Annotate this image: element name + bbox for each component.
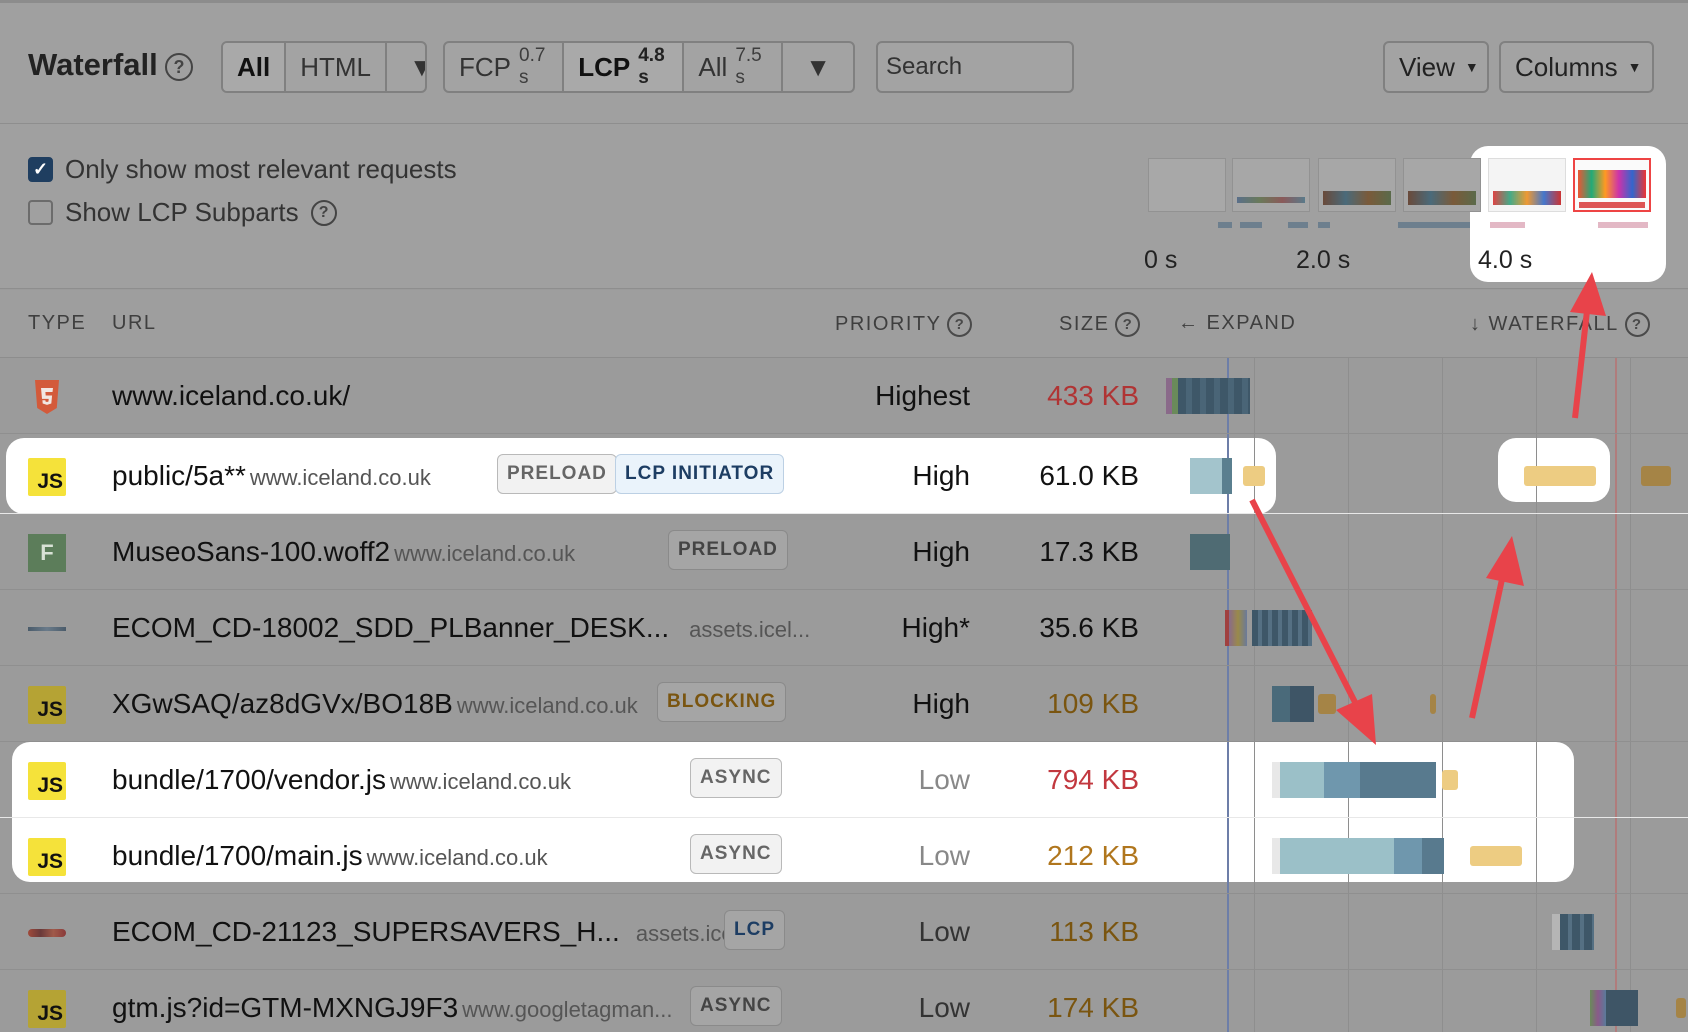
annotation-arrows [1249,272,1606,745]
arrow-icon [1249,272,1606,745]
